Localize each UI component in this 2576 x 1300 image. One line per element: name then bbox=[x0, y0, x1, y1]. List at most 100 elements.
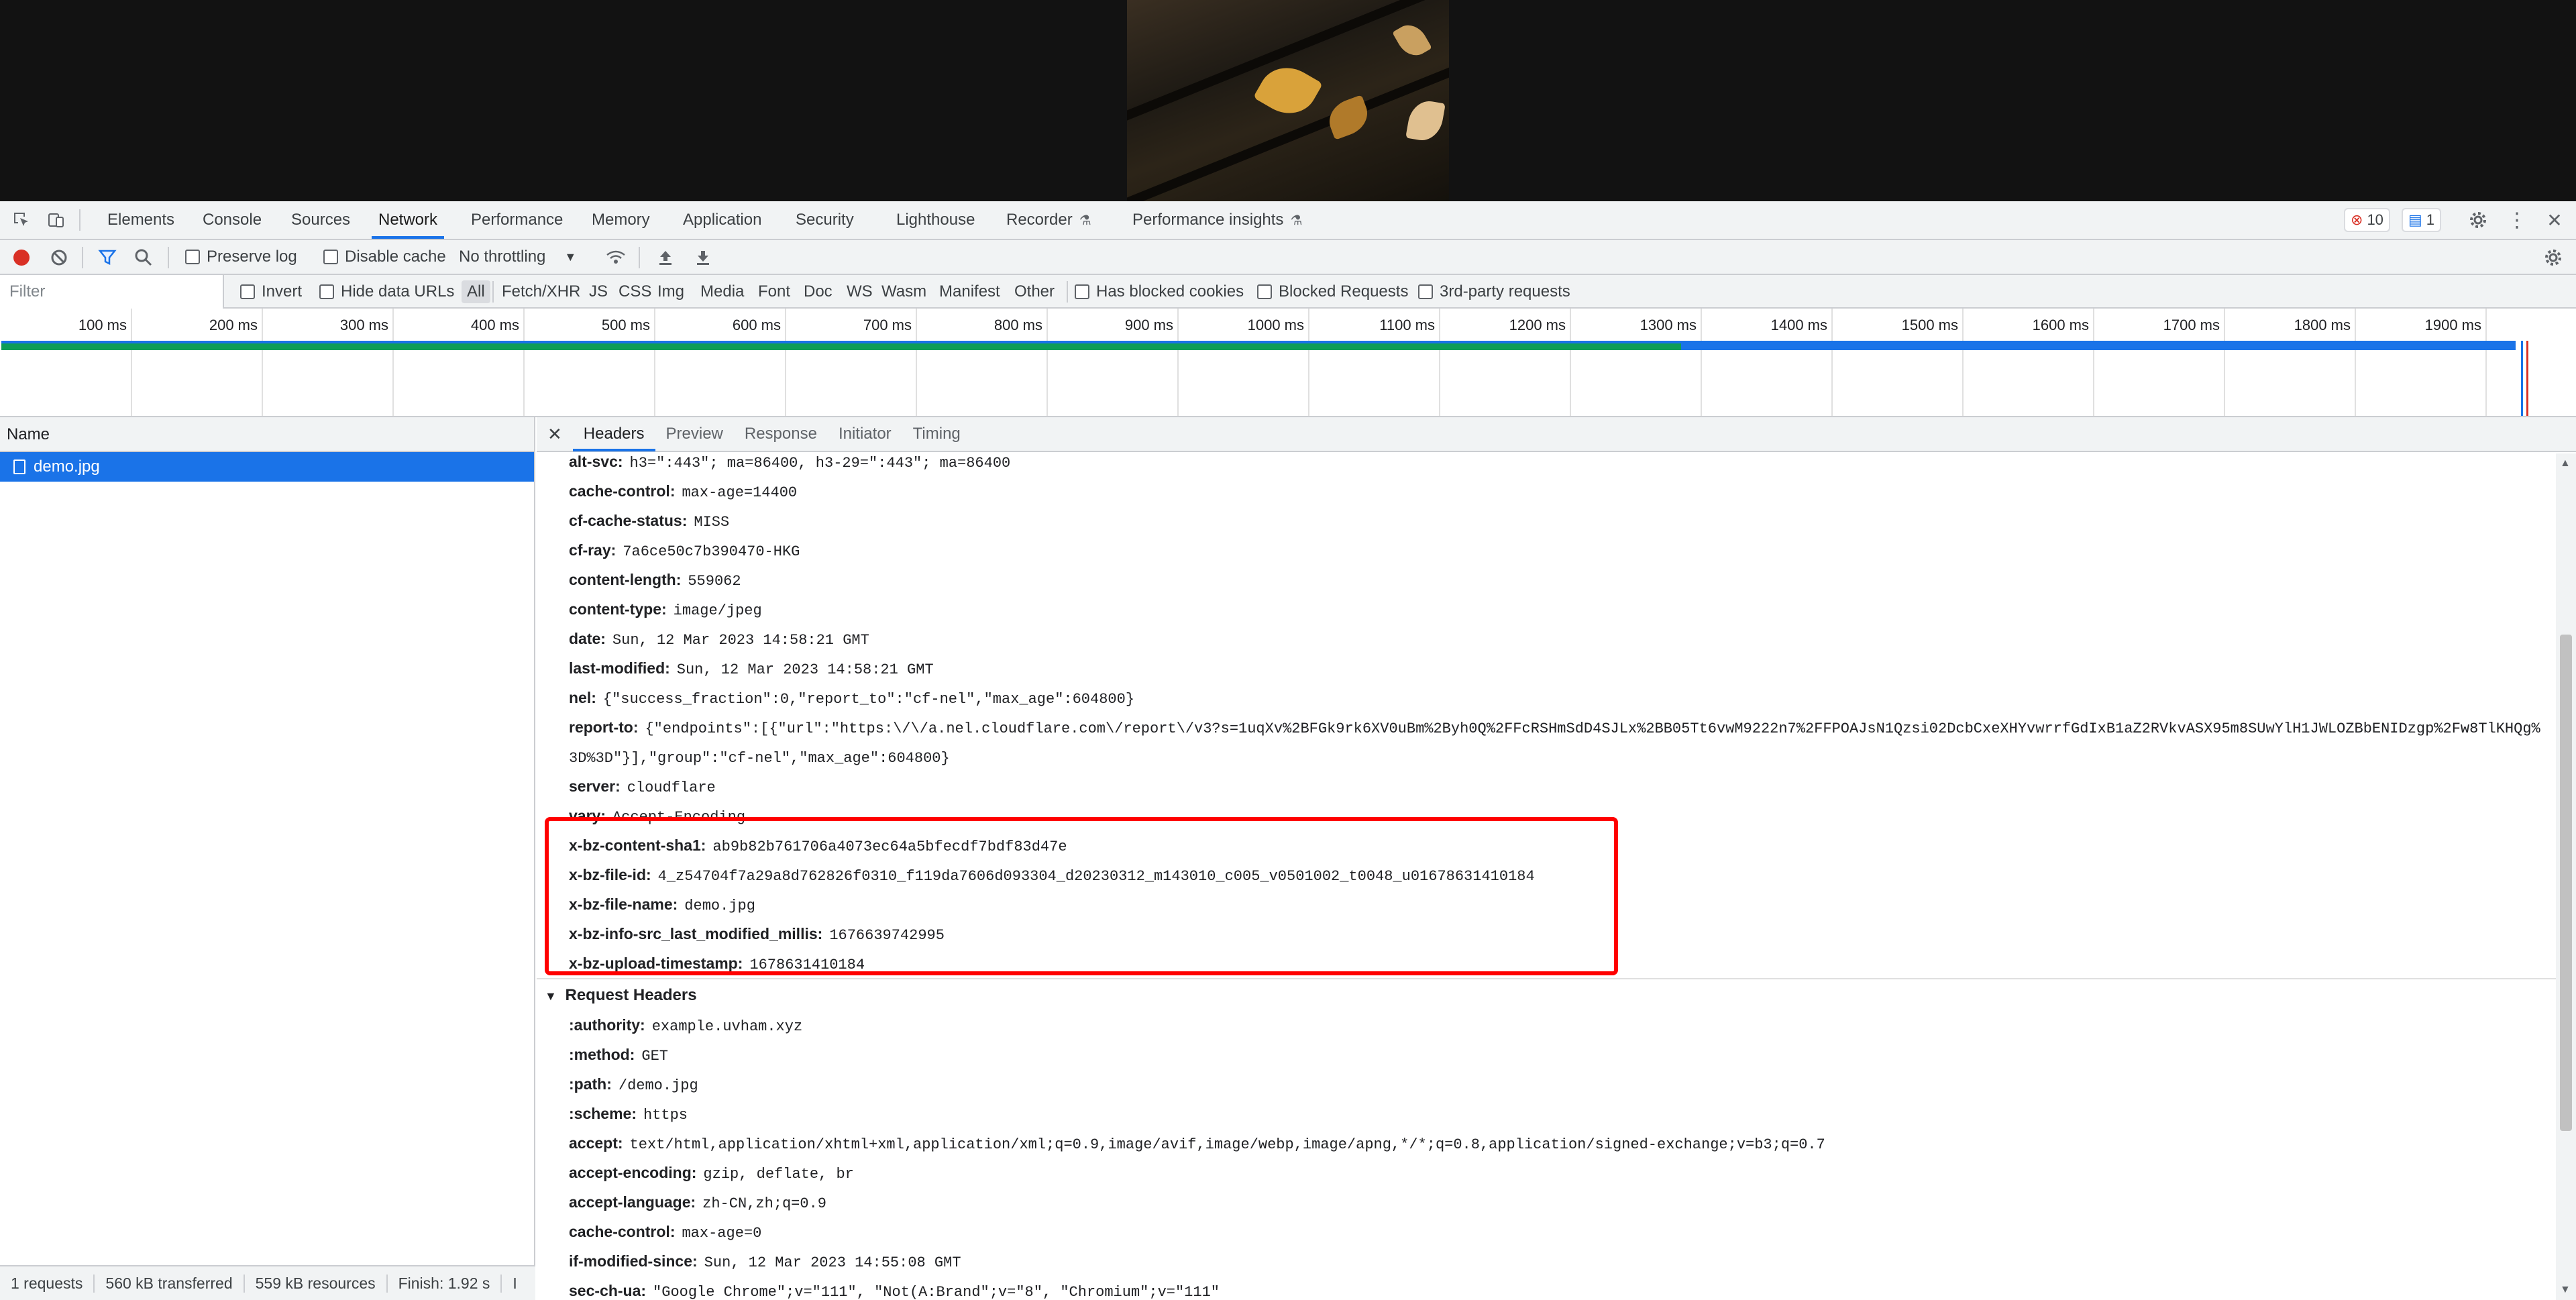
type-filter-wasm[interactable]: Wasm bbox=[881, 275, 926, 309]
page-viewport bbox=[0, 0, 2576, 201]
request-header-row: :path: /demo.jpg bbox=[537, 1069, 2556, 1099]
settings-gear-icon[interactable] bbox=[2466, 208, 2490, 232]
clear-icon[interactable] bbox=[47, 246, 71, 270]
export-har-icon[interactable] bbox=[691, 246, 715, 270]
header-value: h3=":443"; ma=86400, h3-29=":443"; ma=86… bbox=[629, 455, 1011, 472]
tab-recorder[interactable]: Recorder ⚗ bbox=[1000, 201, 1098, 239]
tab-initiator[interactable]: Initiator bbox=[828, 417, 902, 451]
network-settings-gear-icon[interactable] bbox=[2541, 246, 2565, 270]
tab-headers[interactable]: Headers bbox=[572, 417, 655, 451]
request-header-row: :authority: example.uvham.xyz bbox=[537, 1010, 2556, 1040]
hide-data-urls-checkbox[interactable]: Hide data URLs bbox=[319, 275, 454, 309]
close-devtools-icon[interactable]: ✕ bbox=[2542, 208, 2567, 232]
header-value: cloudflare bbox=[627, 779, 716, 796]
tab-preview[interactable]: Preview bbox=[655, 417, 734, 451]
type-filter-manifest[interactable]: Manifest bbox=[939, 275, 1000, 309]
throttling-select[interactable]: No throttling ▼ bbox=[459, 240, 576, 274]
header-name: :path: bbox=[569, 1075, 612, 1093]
scroll-up-arrow-icon[interactable]: ▲ bbox=[2560, 457, 2571, 470]
tab-elements[interactable]: Elements bbox=[101, 201, 181, 239]
third-party-requests-checkbox[interactable]: 3rd-party requests bbox=[1418, 275, 1570, 309]
type-filter-fetch-xhr[interactable]: Fetch/XHR bbox=[502, 275, 580, 309]
type-filter-ws[interactable]: WS bbox=[847, 275, 873, 309]
timeline-bar-download-fill bbox=[1, 341, 2516, 343]
type-filter-css[interactable]: CSS bbox=[619, 275, 651, 309]
header-value: max-age=0 bbox=[682, 1225, 762, 1242]
import-har-icon[interactable] bbox=[653, 246, 678, 270]
network-overview[interactable]: 100 ms 200 ms 300 ms 400 ms 500 ms 600 ms 700 … bbox=[0, 309, 2576, 417]
tab-sources[interactable]: Sources bbox=[284, 201, 357, 239]
status-finish: Finish: 1.92 s bbox=[388, 1274, 502, 1293]
timeline-gridline bbox=[1570, 309, 1571, 416]
search-icon[interactable] bbox=[131, 246, 156, 270]
divider bbox=[82, 247, 83, 268]
invert-checkbox[interactable]: Invert bbox=[240, 275, 302, 309]
status-transferred: 560 kB transferred bbox=[95, 1274, 245, 1293]
tab-performance[interactable]: Performance bbox=[464, 201, 570, 239]
response-header-row: cache-control: max-age=14400 bbox=[537, 476, 2556, 506]
timeline-tick-label: 700 ms bbox=[863, 317, 912, 333]
disable-cache-label: Disable cache bbox=[345, 248, 446, 266]
blocked-requests-checkbox[interactable]: Blocked Requests bbox=[1257, 275, 1408, 309]
tab-console[interactable]: Console bbox=[196, 201, 268, 239]
network-conditions-icon[interactable] bbox=[604, 246, 628, 270]
timeline-gridline bbox=[654, 309, 655, 416]
timeline-tick-label: 1900 ms bbox=[2424, 317, 2481, 333]
tab-response[interactable]: Response bbox=[734, 417, 828, 451]
device-toolbar-icon[interactable] bbox=[44, 208, 68, 232]
blocked-requests-label: Blocked Requests bbox=[1279, 282, 1409, 301]
disable-cache-checkbox[interactable]: Disable cache bbox=[323, 240, 446, 274]
request-headers-list: :authority: example.uvham.xyz:method: GET:… bbox=[537, 1010, 2556, 1300]
record-icon[interactable] bbox=[9, 246, 34, 270]
filter-input[interactable]: Filter bbox=[0, 275, 224, 309]
inspect-element-icon[interactable] bbox=[9, 208, 34, 232]
timeline-gridline bbox=[131, 309, 132, 416]
tab-performance-insights[interactable]: Performance insights ⚗ bbox=[1126, 201, 1309, 239]
errors-badge[interactable]: ⊗ 10 bbox=[2344, 208, 2390, 232]
type-filter-media[interactable]: Media bbox=[700, 275, 744, 309]
tab-security[interactable]: Security bbox=[789, 201, 861, 239]
header-value: text/html,application/xhtml+xml,applicat… bbox=[629, 1136, 1825, 1153]
detail-scrollbar[interactable]: ▲ ▼ bbox=[2556, 453, 2576, 1300]
header-name: report-to: bbox=[569, 718, 639, 736]
tab-lighthouse[interactable]: Lighthouse bbox=[890, 201, 981, 239]
tab-application[interactable]: Application bbox=[676, 201, 768, 239]
close-detail-icon[interactable]: ✕ bbox=[537, 424, 573, 445]
filter-icon[interactable] bbox=[95, 246, 119, 270]
header-name: accept-encoding: bbox=[569, 1164, 697, 1181]
header-name: accept-language: bbox=[569, 1193, 696, 1211]
type-filter-js[interactable]: JS bbox=[589, 275, 608, 309]
error-icon: ⊗ bbox=[2351, 211, 2363, 228]
type-filter-font[interactable]: Font bbox=[758, 275, 790, 309]
request-header-row: if-modified-since: Sun, 12 Mar 2023 14:55… bbox=[537, 1246, 2556, 1276]
tab-memory[interactable]: Memory bbox=[585, 201, 657, 239]
tab-timing[interactable]: Timing bbox=[902, 417, 971, 451]
experiment-icon: ⚗ bbox=[1290, 213, 1303, 228]
header-name: date: bbox=[569, 630, 606, 647]
type-filter-all[interactable]: All bbox=[462, 280, 490, 303]
more-options-icon[interactable]: ⋮ bbox=[2505, 208, 2529, 232]
name-column-header[interactable]: Name bbox=[0, 417, 534, 452]
header-value: GET bbox=[641, 1048, 668, 1065]
tab-network[interactable]: Network bbox=[372, 201, 445, 239]
type-filter-other[interactable]: Other bbox=[1014, 275, 1055, 309]
timeline-tick-label: 1600 ms bbox=[2032, 317, 2089, 333]
messages-badge[interactable]: ▤ 1 bbox=[2402, 208, 2442, 232]
response-header-row: date: Sun, 12 Mar 2023 14:58:21 GMT bbox=[537, 624, 2556, 653]
timeline-tick-label: 500 ms bbox=[601, 317, 650, 333]
dom-content-marker bbox=[2526, 341, 2528, 416]
has-blocked-cookies-checkbox[interactable]: Has blocked cookies bbox=[1075, 275, 1244, 309]
scroll-thumb[interactable] bbox=[2560, 635, 2572, 1131]
request-header-row: accept: text/html,application/xhtml+xml,a… bbox=[537, 1128, 2556, 1158]
preserve-log-checkbox[interactable]: Preserve log bbox=[185, 240, 297, 274]
response-header-row: server: cloudflare bbox=[537, 771, 2556, 801]
timeline-gridline bbox=[262, 309, 263, 416]
request-row[interactable]: demo.jpg bbox=[0, 452, 534, 482]
type-filter-img[interactable]: Img bbox=[657, 275, 684, 309]
request-headers-section[interactable]: ▼ Request Headers bbox=[537, 978, 2556, 1010]
type-filter-doc[interactable]: Doc bbox=[804, 275, 833, 309]
timeline-gridline bbox=[1701, 309, 1702, 416]
scroll-down-arrow-icon[interactable]: ▼ bbox=[2560, 1284, 2571, 1296]
tab-performance-insights-label: Performance insights bbox=[1132, 211, 1284, 229]
network-status-bar: 1 requests 560 kB transferred 559 kB res… bbox=[0, 1265, 535, 1300]
